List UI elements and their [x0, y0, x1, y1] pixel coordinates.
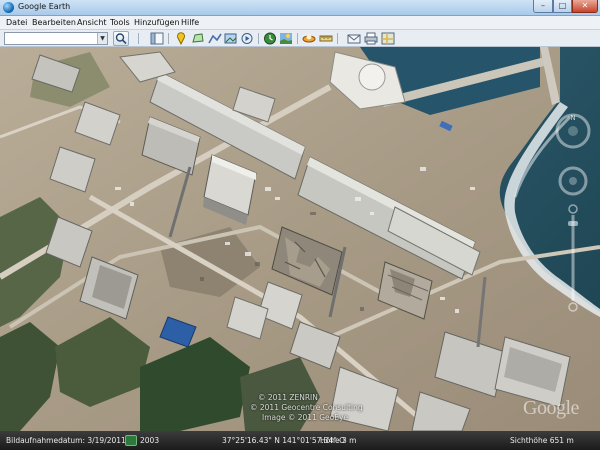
menu-tools[interactable]: Tools	[110, 18, 130, 27]
close-button[interactable]: ✕	[572, 0, 598, 13]
north-indicator-icon: N	[570, 114, 575, 122]
zoom-in-icon	[568, 204, 578, 214]
email-icon[interactable]	[347, 32, 361, 45]
toolbar-separator	[337, 33, 338, 44]
menu-hilfe[interactable]: Hilfe	[181, 18, 199, 27]
sunlight-icon[interactable]	[279, 32, 293, 45]
map-view[interactable]: N © 2011 ZENRIN © 2011 Geocentre Consult…	[0, 47, 600, 431]
sidebar-toggle-icon[interactable]	[150, 32, 164, 45]
toolbar: ▼	[0, 30, 600, 47]
navigation-controls-graphic[interactable]: N	[554, 109, 592, 409]
google-watermark: Google	[523, 397, 579, 419]
planets-icon[interactable]	[302, 32, 316, 45]
historical-imagery-icon[interactable]	[263, 32, 277, 45]
elevation-readout: Höhe 3 m	[320, 436, 357, 445]
historical-imagery-clock-icon[interactable]	[125, 435, 137, 446]
copyright-zenrin: © 2011 ZENRIN	[258, 393, 318, 402]
menu-hinzufuegen[interactable]: Hinzufügen	[134, 18, 180, 27]
search-dropdown-chevron-icon[interactable]: ▼	[97, 33, 107, 44]
toolbar-separator	[138, 33, 139, 44]
polygon-icon[interactable]	[191, 32, 205, 45]
search-input[interactable]: ▼	[4, 32, 108, 45]
toolbar-separator	[297, 33, 298, 44]
maps-icon[interactable]	[381, 32, 395, 45]
tour-icon[interactable]	[240, 32, 254, 45]
satellite-imagery[interactable]	[0, 47, 600, 431]
copyright-geocentre: © 2011 Geocentre Consulting	[250, 403, 363, 412]
title-bar: Google Earth – □ ✕	[0, 0, 600, 16]
path-icon[interactable]	[208, 32, 222, 45]
google-earth-logo-icon	[3, 2, 14, 13]
placemark-icon[interactable]	[174, 32, 188, 46]
print-icon[interactable]	[364, 32, 378, 45]
zoom-out-icon	[568, 302, 578, 312]
search-button[interactable]	[113, 31, 129, 46]
toolbar-separator	[258, 33, 259, 44]
navigation-controls[interactable]: N	[554, 109, 592, 409]
toolbar-separator	[168, 33, 169, 44]
copyright-geoeye: Image © 2011 GeoEye	[262, 413, 349, 422]
imagery-year[interactable]: 2003	[140, 436, 159, 445]
search-icon	[115, 33, 127, 45]
menu-bearbeiten[interactable]: Bearbeiten	[32, 18, 76, 27]
status-bar: Bildaufnahmedatum: 3/19/2011 2003 37°25'…	[0, 431, 600, 450]
imagery-date: Bildaufnahmedatum: 3/19/2011	[6, 436, 126, 445]
menu-bar: Datei Bearbeiten Ansicht Tools Hinzufüge…	[0, 16, 600, 30]
menu-datei[interactable]: Datei	[6, 18, 27, 27]
zoom-slider-handle	[568, 221, 578, 226]
eye-altitude-readout: Sichthöhe 651 m	[510, 436, 574, 445]
minimize-button[interactable]: –	[533, 0, 553, 13]
window-title: Google Earth	[18, 2, 71, 11]
ruler-icon[interactable]	[319, 32, 333, 45]
menu-ansicht[interactable]: Ansicht	[77, 18, 107, 27]
image-overlay-icon[interactable]	[224, 32, 238, 45]
maximize-button[interactable]: □	[553, 0, 572, 13]
